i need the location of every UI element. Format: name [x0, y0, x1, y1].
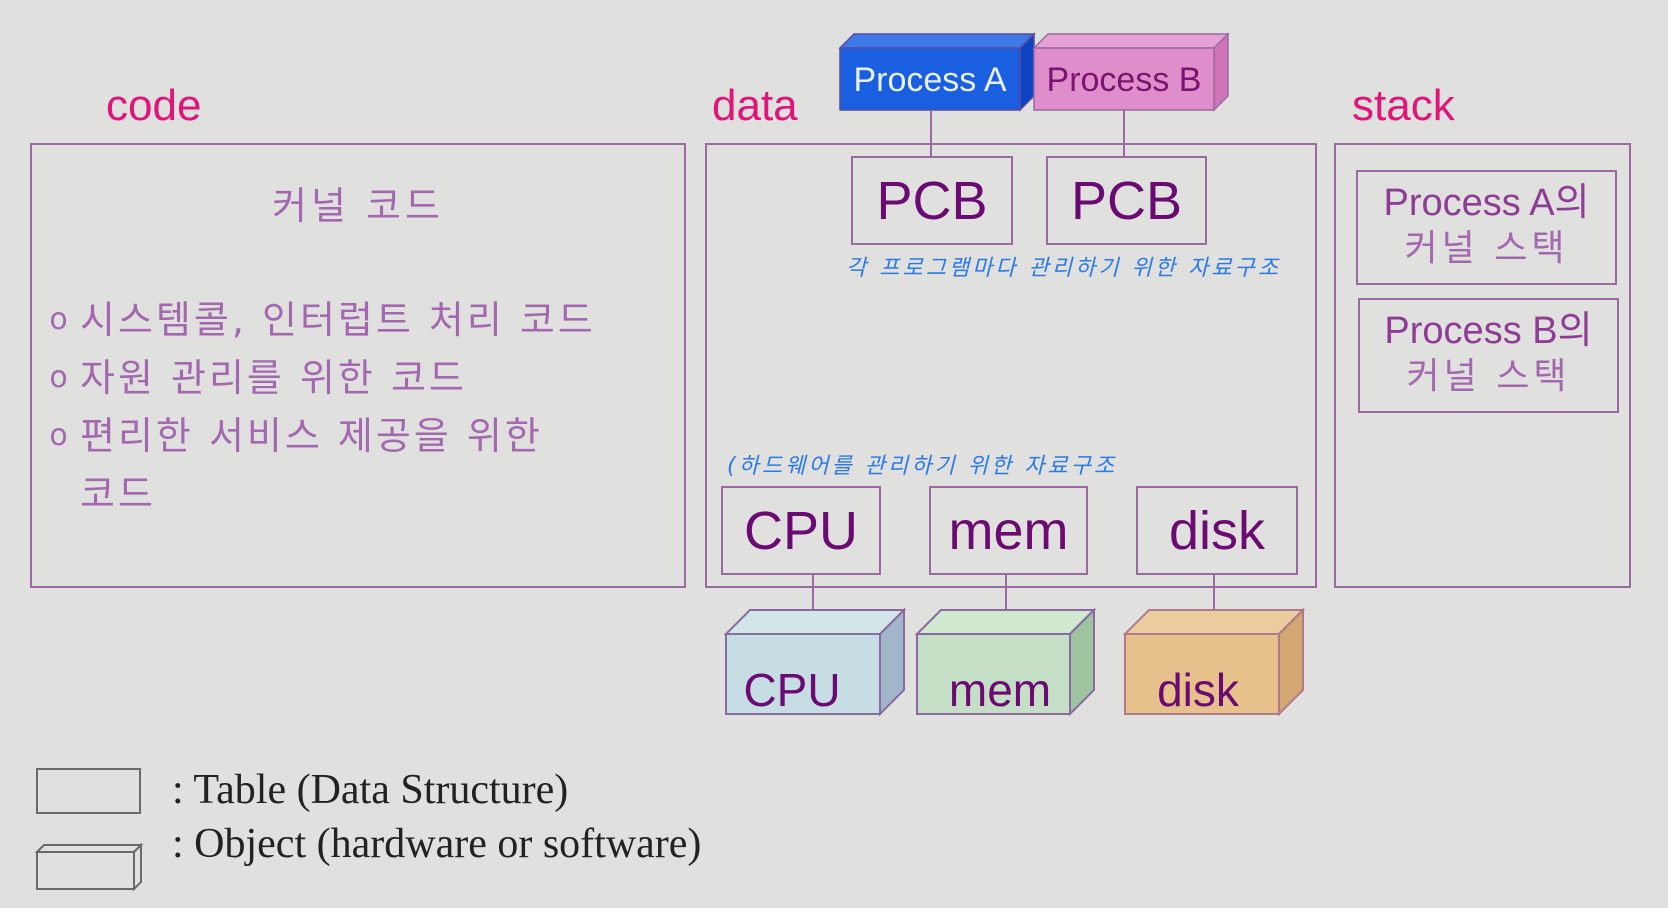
stack-item-line2: 커널 스택 — [1406, 356, 1571, 397]
cpu-object: CPU — [723, 607, 907, 717]
data-section-label: data — [712, 81, 798, 130]
disk-object-label: disk — [1157, 664, 1240, 716]
hardware-annotation-text: 하드웨어를 관리하기 위한 자료구조 — [738, 454, 1118, 479]
stack-item-line1: Process A의 — [1383, 182, 1590, 224]
mem-table: mem — [929, 486, 1088, 575]
disk-object: disk — [1122, 607, 1306, 717]
bullet-mark: o — [49, 302, 71, 337]
process-a-object: Process A — [838, 32, 1036, 112]
code-section-box: 커널 코드 o 시스템콜, 인터럽트 처리 코드 o 자원 관리를 위한 코드 … — [30, 143, 686, 588]
hardware-annotation: (하드웨어를 관리하기 위한 자료구조 — [727, 448, 1117, 480]
disk-table: disk — [1136, 486, 1298, 575]
legend-object-text: : Object (hardware or software) — [172, 821, 702, 867]
kernel-code-title: 커널 코드 — [272, 184, 444, 228]
process-objects: Process A Process B — [838, 32, 1230, 112]
process-a-label: Process A — [853, 61, 1006, 99]
bullet-mark: o — [49, 418, 71, 453]
code-bullet-item: 코드 — [40, 465, 680, 523]
mem-object: mem — [914, 607, 1097, 717]
process-b-kernel-stack: Process B의 커널 스택 — [1358, 298, 1619, 413]
annotation-bracket: ( — [727, 454, 739, 479]
cpu-table: CPU — [721, 486, 881, 575]
legend-table-text: : Table (Data Structure) — [172, 767, 569, 813]
bullet-mark: o — [49, 360, 71, 395]
code-bullet-item: o 편리한 서비스 제공을 위한 — [40, 407, 680, 465]
code-bullet-item: o 자원 관리를 위한 코드 — [40, 349, 680, 407]
process-b-object: Process B — [1032, 32, 1230, 112]
code-section-label: code — [106, 81, 202, 130]
stack-section-label: stack — [1352, 81, 1455, 130]
cpu-object-label: CPU — [743, 664, 840, 716]
connector-line — [930, 110, 932, 156]
legend-object-symbol — [34, 842, 144, 892]
connector-line — [1123, 110, 1125, 156]
pcb-table-a: PCB — [851, 156, 1013, 245]
code-bullet-list: o 시스템콜, 인터럽트 처리 코드 o 자원 관리를 위한 코드 o 편리한 … — [40, 291, 680, 523]
bullet-text: 코드 — [80, 472, 156, 516]
bullet-text: 편리한 서비스 제공을 위한 — [80, 414, 543, 458]
process-b-label: Process B — [1047, 61, 1202, 99]
pcb-annotation: 각 프로그램마다 관리하기 위한 자료구조 — [846, 256, 1282, 281]
stack-item-line1: Process B의 — [1384, 310, 1593, 352]
mem-object-label: mem — [949, 664, 1051, 716]
bullet-mark — [40, 465, 80, 523]
bullet-text: 자원 관리를 위한 코드 — [80, 356, 467, 400]
bullet-text: 시스템콜, 인터럽트 처리 코드 — [80, 298, 596, 342]
stack-item-line2: 커널 스택 — [1404, 228, 1569, 269]
code-bullet-item: o 시스템콜, 인터럽트 처리 코드 — [40, 291, 680, 349]
hardware-objects: CPU mem disk — [723, 607, 1306, 717]
process-a-kernel-stack: Process A의 커널 스택 — [1356, 170, 1617, 285]
pcb-table-b: PCB — [1046, 156, 1207, 245]
legend-table-symbol — [36, 768, 141, 814]
